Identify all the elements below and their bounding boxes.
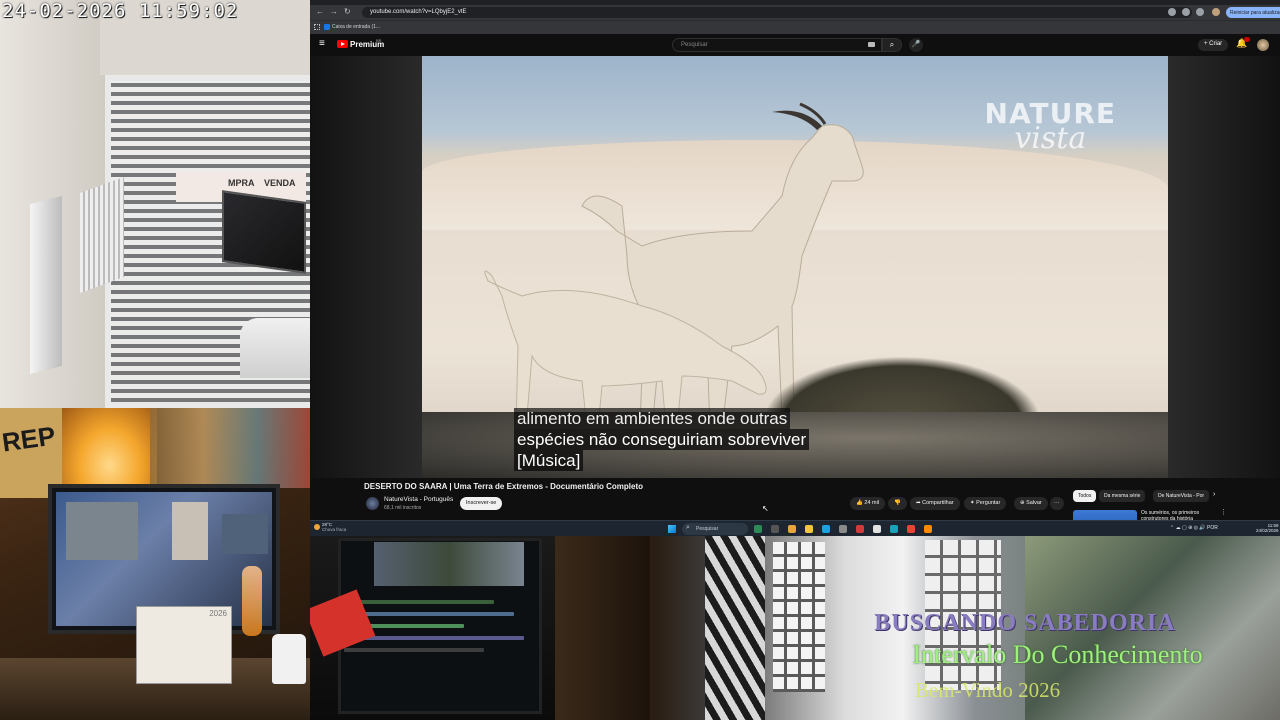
region-label: BR: [376, 38, 382, 43]
address-bar-row: ← → ↻ youtube.com/watch?v=LQbyjE2_vtE Re…: [310, 5, 1280, 20]
chip-same-series[interactable]: Da mesma série: [1099, 490, 1146, 502]
task-view-icon[interactable]: [771, 525, 779, 533]
banner-title: BUSCANDO SABEDORIA: [874, 610, 1176, 636]
banner-subtitle: Intervalo Do Conhecimento: [912, 640, 1203, 669]
save-button[interactable]: ⊕ Salvar: [1014, 497, 1048, 510]
weather-icon: [314, 524, 320, 530]
search-button[interactable]: ⌕: [882, 38, 902, 52]
ask-button[interactable]: ✦ Perguntar: [964, 497, 1007, 510]
video-title: DESERTO DO SAARA | Uma Terra de Extremos…: [364, 482, 644, 491]
studio-camera-feed: [310, 536, 555, 720]
mail-icon: [324, 24, 330, 30]
street-camera-feed: MPRA VENDA 24-02-2026 11:59:02: [0, 0, 310, 408]
vlc-icon[interactable]: [924, 525, 932, 533]
video-player[interactable]: NATURE vista alimento em ambientes onde …: [310, 56, 1280, 478]
create-button[interactable]: + Criar: [1198, 39, 1229, 51]
banner-welcome: Bem-Vindo 2026: [914, 678, 1061, 702]
mic-icon[interactable]: 🎤: [909, 38, 923, 52]
like-button[interactable]: 👍 24 mil: [850, 497, 886, 510]
share-button[interactable]: ➦ Compartilhar: [910, 497, 960, 510]
channel-watermark: NATURE vista: [984, 97, 1116, 156]
notification-badge: [1244, 37, 1250, 42]
app-icon[interactable]: [856, 525, 864, 533]
subscribe-button[interactable]: Inscrever-se: [460, 497, 503, 510]
taskbar-search-input[interactable]: Pesquisar: [682, 523, 748, 535]
taskbar-clock[interactable]: 11:59 24/02/2026: [1256, 523, 1279, 533]
avatar[interactable]: [1257, 39, 1269, 51]
stream-layout: MPRA VENDA 24-02-2026 11:59:02 REP 2026: [0, 0, 1280, 720]
video-frame[interactable]: NATURE vista alimento em ambientes onde …: [422, 56, 1168, 478]
search-input[interactable]: Pesquisar: [672, 38, 882, 52]
laptop: [222, 190, 306, 274]
solar-panel: [30, 196, 62, 374]
more-actions-button[interactable]: ···: [1050, 497, 1064, 510]
weather-widget[interactable]: 28°C Chuva fraca: [314, 522, 346, 532]
app-icon[interactable]: [754, 525, 762, 533]
kebab-menu-icon[interactable]: ⋮: [1220, 508, 1227, 516]
file-explorer-icon[interactable]: [805, 525, 813, 533]
lamp: [62, 408, 157, 490]
menu-icon[interactable]: ≡: [319, 38, 325, 49]
app-icon[interactable]: [907, 525, 915, 533]
subscriber-count: 68,1 mil inscritos: [384, 505, 422, 511]
screen-share: ← → ↻ youtube.com/watch?v=LQbyjE2_vtE Re…: [310, 0, 1280, 536]
figurine: [242, 566, 262, 636]
video-subtitles: alimento em ambientes onde outras espéci…: [514, 408, 810, 471]
camera-timestamp: 24-02-2026 11:59:02: [2, 0, 239, 22]
bookmark-inbox[interactable]: Caixa de entrada (1...: [332, 24, 380, 30]
extension-icon[interactable]: [1196, 8, 1204, 16]
update-button[interactable]: Reiniciar para atualizar: [1226, 7, 1280, 18]
subtitle-line: [Música]: [514, 450, 584, 471]
chevron-right-icon[interactable]: ›: [1213, 491, 1215, 498]
forward-icon[interactable]: →: [330, 7, 338, 16]
app-icon[interactable]: [873, 525, 881, 533]
mouse-cursor-icon: ↖: [762, 504, 769, 513]
keyboard-icon[interactable]: [868, 42, 875, 47]
bookmarks-bar: Caixa de entrada (1...: [310, 20, 1280, 34]
system-tray[interactable]: ⌃ ☁ ▢ ⊕ ◎ 🔊 POR: [1170, 525, 1218, 531]
profile-icon[interactable]: [1212, 8, 1220, 16]
app-icon[interactable]: [839, 525, 847, 533]
desk-calendar: 2026: [136, 606, 232, 684]
chip-all[interactable]: Todos: [1073, 490, 1097, 502]
url-field[interactable]: youtube.com/watch?v=LQbyjE2_vtE: [362, 7, 1192, 18]
youtube-logo-icon[interactable]: [337, 40, 348, 48]
apps-icon[interactable]: [314, 24, 320, 30]
edge-icon[interactable]: [822, 525, 830, 533]
windows-taskbar: 28°C Chuva fraca Pesquisar ⌃ ☁ ▢ ⊕ ◎ 🔊 P…: [310, 520, 1280, 536]
desk-camera-feed: REP 2026: [0, 408, 310, 720]
back-icon[interactable]: ←: [316, 7, 324, 16]
wall-art: [150, 408, 310, 488]
subtitle-line: espécies não conseguiriam sobreviver: [514, 429, 810, 450]
chrome-icon[interactable]: [788, 525, 796, 533]
room-camera-feed: BUSCANDO SABEDORIA Intervalo Do Conhecim…: [555, 536, 1280, 720]
bottle: [272, 634, 306, 684]
chip-channel[interactable]: De NatureVista - Por: [1153, 490, 1210, 502]
channel-avatar[interactable]: [366, 497, 379, 510]
dislike-button[interactable]: 👎: [888, 497, 907, 510]
star-icon[interactable]: [1182, 8, 1190, 16]
start-button-icon[interactable]: [668, 525, 676, 533]
app-icon[interactable]: [890, 525, 898, 533]
extension-icon[interactable]: [1168, 8, 1176, 16]
solar-panel: [80, 176, 124, 294]
parked-car: [240, 318, 310, 378]
channel-name[interactable]: NatureVista - Português: [384, 496, 453, 503]
reload-icon[interactable]: ↻: [344, 7, 351, 16]
youtube-header: ≡ Premium BR Pesquisar ⌕ 🎤 + Criar 🔔: [310, 34, 1280, 56]
subtitle-line: alimento em ambientes onde outras: [514, 408, 791, 429]
